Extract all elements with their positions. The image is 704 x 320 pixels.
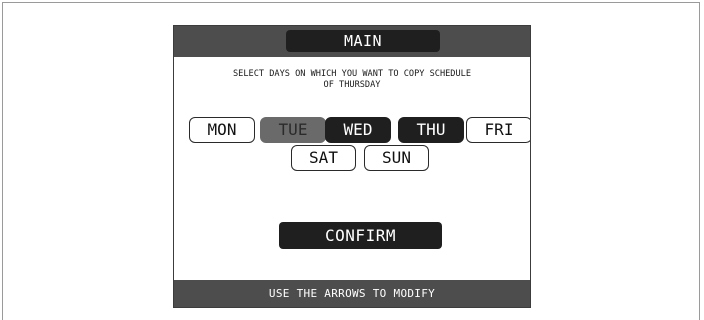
day-button-thu[interactable]: THU xyxy=(398,117,464,143)
thermostat-screen: MAIN SELECT DAYS ON WHICH YOU WANT TO CO… xyxy=(173,25,531,308)
day-button-fri[interactable]: FRI xyxy=(466,117,530,143)
page-title: MAIN xyxy=(286,30,440,52)
day-button-sun[interactable]: SUN xyxy=(364,145,429,171)
instruction-text: SELECT DAYS ON WHICH YOU WANT TO COPY SC… xyxy=(233,69,471,90)
footer-hint: USE THE ARROWS TO MODIFY xyxy=(174,280,530,307)
confirm-button[interactable]: CONFIRM xyxy=(279,222,442,249)
day-button-mon[interactable]: MON xyxy=(189,117,255,143)
title-bar: MAIN xyxy=(174,26,530,57)
day-button-sat[interactable]: SAT xyxy=(291,145,356,171)
day-button-wed[interactable]: WED xyxy=(325,117,391,143)
day-button-tue[interactable]: TUE xyxy=(260,117,326,143)
